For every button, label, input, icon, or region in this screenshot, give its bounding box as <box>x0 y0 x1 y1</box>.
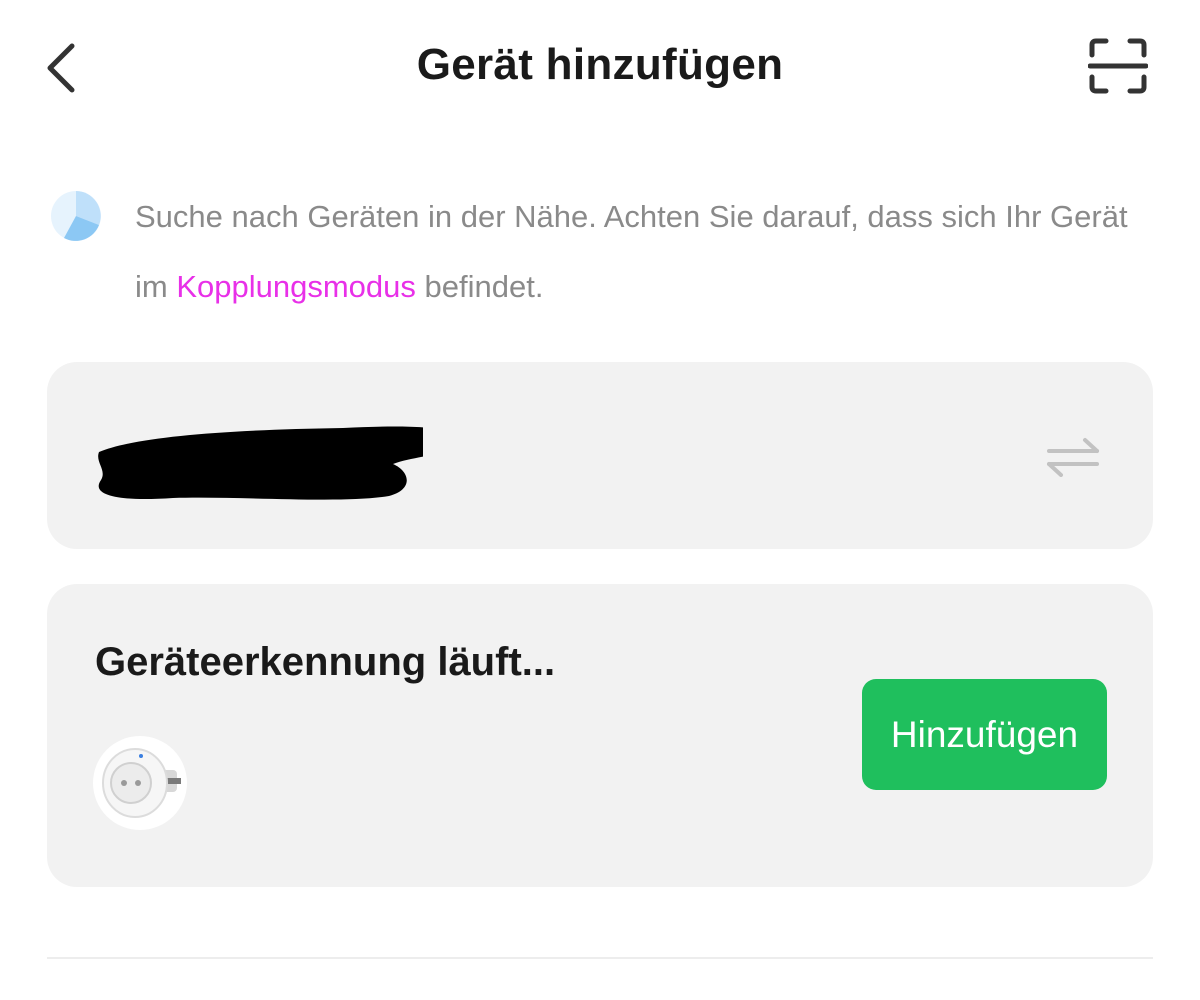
pairing-mode-link[interactable]: Kopplungsmodus <box>176 269 416 304</box>
device-discovery-card: Geräteerkennung läuft... Hinzufügen <box>47 584 1153 887</box>
add-device-screen: Gerät hinzufügen Suche nach Geräten in d… <box>0 0 1200 1000</box>
search-hint-text: Suche nach Geräten in der Nähe. Achten S… <box>135 182 1165 322</box>
loading-spinner-icon <box>51 191 101 241</box>
page-title: Gerät hinzufügen <box>416 40 784 89</box>
divider <box>47 957 1153 959</box>
switch-network-button[interactable] <box>1039 432 1107 482</box>
header: Gerät hinzufügen <box>0 0 1200 140</box>
discovery-title: Geräteerkennung läuft... <box>95 640 556 684</box>
redaction-mark <box>98 426 423 500</box>
hint-text-after: befindet. <box>415 269 544 304</box>
scan-button[interactable] <box>1084 34 1152 98</box>
smart-plug-image <box>93 736 187 830</box>
swap-arrows-icon <box>1047 438 1099 477</box>
smart-plug-icon <box>102 748 181 818</box>
wifi-network-card[interactable] <box>47 362 1153 549</box>
add-device-button[interactable]: Hinzufügen <box>862 679 1107 790</box>
scan-icon <box>1088 38 1148 94</box>
